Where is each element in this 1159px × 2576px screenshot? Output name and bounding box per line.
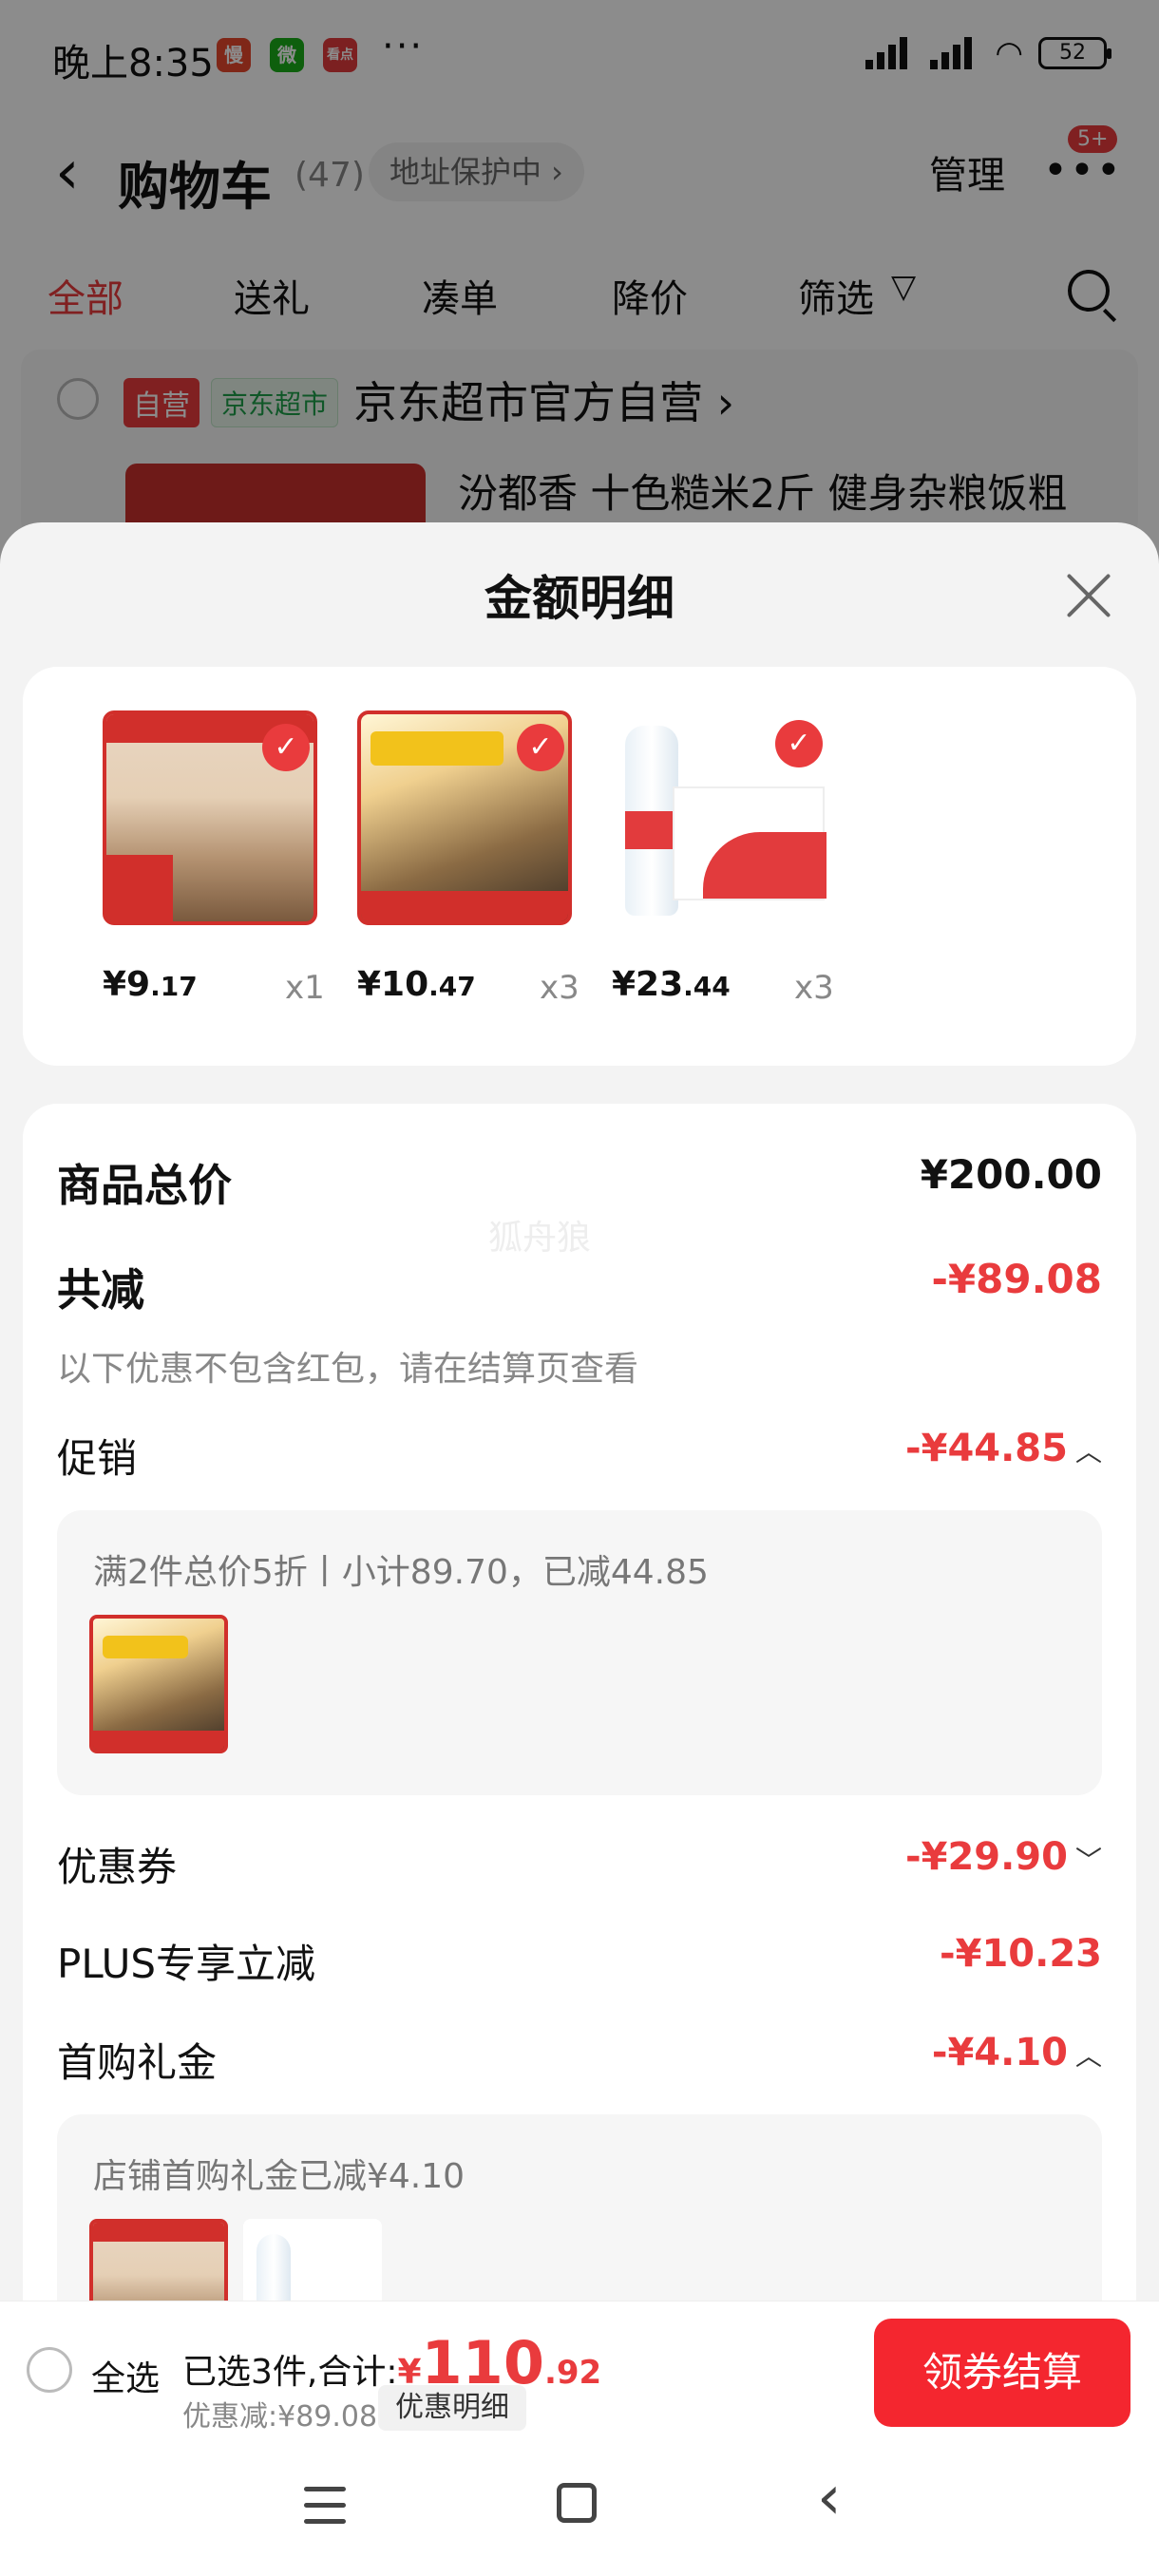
promotion-label: 促销 <box>57 1435 138 1482</box>
checkmark-icon: ✓ <box>517 724 564 771</box>
grain-package-image: ✓ <box>357 710 572 925</box>
checkout-bar: 全选 已选3件,合计:¥110.92 优惠减:¥89.08 优惠明细 领券结算 <box>0 2301 1159 2441</box>
select-all-radio[interactable] <box>27 2347 72 2393</box>
recent-apps-icon[interactable] <box>304 2487 346 2525</box>
item-quantity: x1 <box>285 969 325 1007</box>
selected-item[interactable]: ✓ ¥10.47 x3 <box>325 710 580 1007</box>
amount-detail-sheet: 金额明细 ✓ ¥9.17 x1 ✓ ¥10.47 x3 ✓ ¥23.44 x3 <box>0 522 1159 2301</box>
promotion-value[interactable]: -¥44.85 ︿ <box>905 1427 1102 1470</box>
gift-detail-text: 店铺首购礼金已减¥4.10 <box>93 2157 466 2196</box>
discount-summary: 优惠减:¥89.08 <box>182 2400 378 2434</box>
summary-prefix: 已选3件,合计: <box>182 2353 398 2392</box>
item-price: ¥9.17 <box>103 965 198 1004</box>
chevron-down-icon: ﹀ <box>1074 1845 1102 1876</box>
promotion-detail-text: 满2件总价5折丨小计89.70，已减44.85 <box>93 1553 709 1592</box>
promo-item-thumbnail <box>89 1615 228 1753</box>
chevron-up-icon: ︿ <box>1074 2040 1102 2072</box>
item-quantity: x3 <box>540 969 580 1007</box>
select-all-label[interactable]: 全选 <box>91 2351 160 2400</box>
checkmark-icon: ✓ <box>262 724 310 771</box>
selected-item[interactable]: ✓ ¥9.17 x1 <box>70 710 325 1007</box>
water-bottle-image: ✓ <box>612 710 826 925</box>
total-reduce-label: 共减 <box>57 1264 144 1316</box>
reduce-note: 以下优惠不包含红包，请在结算页查看 <box>57 1350 639 1389</box>
total-amount-dec: .92 <box>543 2354 602 2392</box>
discount-detail-button[interactable]: 优惠明细 <box>378 2385 526 2431</box>
gift-detail-box: 店铺首购礼金已减¥4.10 <box>57 2114 1102 2301</box>
total-price-label: 商品总价 <box>57 1160 232 1211</box>
coupon-label: 优惠券 <box>57 1844 178 1890</box>
selected-items-card: ✓ ¥9.17 x1 ✓ ¥10.47 x3 ✓ ¥23.44 x3 <box>23 667 1136 1066</box>
watermark: 狐舟狼 <box>488 1219 592 1258</box>
plus-discount-value: -¥10.23 <box>940 1932 1102 1976</box>
promotion-detail-box: 满2件总价5折丨小计89.70，已减44.85 <box>57 1510 1102 1795</box>
item-price: ¥10.47 <box>357 965 476 1004</box>
selected-item[interactable]: ✓ ¥23.44 x3 <box>580 710 834 1007</box>
checkmark-icon: ✓ <box>775 720 823 767</box>
plus-discount-label: PLUS专享立减 <box>57 1941 316 1987</box>
checkout-button[interactable]: 领券结算 <box>874 2319 1130 2427</box>
home-icon[interactable] <box>557 2483 597 2523</box>
system-nav-bar: ‹ <box>0 2441 1159 2576</box>
close-icon[interactable] <box>1066 570 1113 617</box>
coupon-value[interactable]: -¥29.90 ﹀ <box>905 1835 1102 1879</box>
total-price-value: ¥200.00 <box>920 1151 1102 1198</box>
gift-item-thumbnail-water <box>243 2219 382 2301</box>
item-quantity: x3 <box>794 969 834 1007</box>
rice-package-image: ✓ <box>103 710 317 925</box>
amount-detail-card: 商品总价 ¥200.00 狐舟狼 共减 -¥89.08 以下优惠不包含红包，请在… <box>23 1104 1136 2301</box>
chevron-up-icon: ︿ <box>1074 1436 1102 1468</box>
first-purchase-gift-value[interactable]: -¥4.10 ︿ <box>932 2031 1102 2074</box>
first-purchase-gift-label: 首购礼金 <box>57 2039 218 2086</box>
item-price: ¥23.44 <box>612 965 731 1004</box>
sheet-title: 金额明细 <box>484 571 674 626</box>
back-nav-icon[interactable]: ‹ <box>817 2468 842 2529</box>
total-reduce-value: -¥89.08 <box>931 1256 1102 1302</box>
gift-item-thumbnail-rice <box>89 2219 228 2301</box>
